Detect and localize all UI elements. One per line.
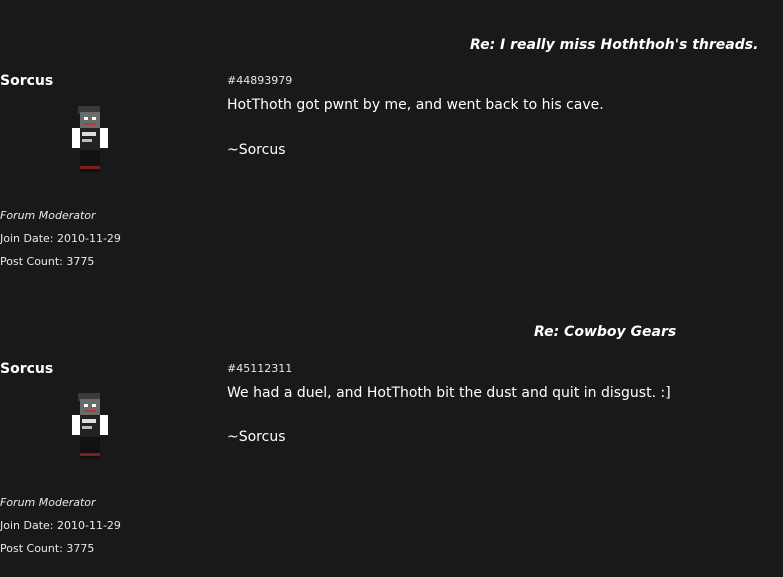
- post-title[interactable]: Re: Cowboy Gears: [534, 324, 676, 340]
- avatar[interactable]: [64, 393, 116, 463]
- post-signature: ~Sorcus: [227, 429, 286, 445]
- post-id-link[interactable]: #45112311: [227, 362, 292, 375]
- post-count: Post Count: 3775: [0, 542, 95, 555]
- author-name[interactable]: Sorcus: [0, 361, 178, 377]
- author-role: Forum Moderator: [0, 496, 96, 509]
- post-body: We had a duel, and HotThoth bit the dust…: [227, 385, 671, 401]
- join-date: Join Date: 2010-11-29: [0, 519, 121, 532]
- avatar-figure-icon: [72, 393, 108, 459]
- forum-post: Re: Cowboy Gears Sorcus Forum Moderator …: [0, 0, 783, 555]
